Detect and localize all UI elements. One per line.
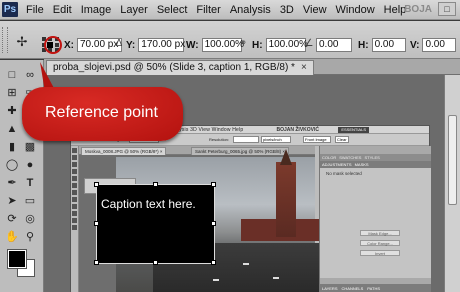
transform-handle-tl[interactable] [94, 182, 99, 187]
reference-point-callout: Reference point [22, 87, 183, 141]
spasskaya-tower [276, 162, 296, 237]
w-field: W: 100.00% [186, 38, 244, 52]
caption-text: Caption text here. [101, 197, 196, 211]
embedded-tab-2: Sankt Peterburg_0065.jpg @ 50% (RGB/8) × [191, 147, 289, 155]
gradient-tool-icon[interactable]: ▩ [23, 140, 37, 154]
lasso-tool-icon[interactable]: ∞ [23, 68, 37, 82]
document-tab[interactable]: proba_slojevi.psd @ 50% (Slide 3, captio… [46, 60, 314, 75]
transform-handle-r[interactable] [211, 221, 216, 226]
type-tool-icon[interactable]: T [23, 176, 37, 190]
embedded-resolution-unit: pixels/inch [261, 136, 291, 143]
menu-image[interactable]: Image [81, 3, 112, 17]
embedded-no-mask: No mask selected [326, 171, 362, 176]
blur-tool-icon[interactable]: ◯ [5, 158, 19, 172]
transform-handle-t[interactable] [153, 182, 158, 187]
embedded-color-tabs: COLOR SWATCHES STYLES [320, 154, 431, 161]
menu-view[interactable]: View [303, 3, 327, 17]
h-field: H: 100.00% [252, 38, 308, 52]
embedded-tab-1: Moskva_0008.JPG @ 50% (RGB/8*) × [81, 147, 167, 155]
embedded-mask-edge: Mask Edge... [360, 230, 400, 236]
menu-select[interactable]: Select [157, 3, 188, 17]
transform-handle-b[interactable] [153, 260, 158, 265]
caption-layer[interactable]: Caption text here. [96, 184, 215, 264]
vertical-scrollbar[interactable] [444, 75, 460, 292]
photoshop-logo-icon: Ps [2, 2, 18, 17]
options-bar: ✢ X: 70.00 px Δ Y: 170.00 px W: 100.00% … [0, 21, 460, 59]
angle-input[interactable]: 0.00 [316, 38, 352, 52]
y-label: Y: [126, 39, 136, 51]
transform-handle-br[interactable] [211, 260, 216, 265]
reference-point-highlight [44, 36, 62, 54]
3d-rotate-tool-icon[interactable]: ⟳ [5, 212, 19, 226]
shape-tool-icon[interactable]: ▭ [23, 194, 37, 208]
embedded-resolution-label: Resolution: [209, 137, 230, 142]
embedded-clear: Clear [335, 136, 349, 143]
scrollbar-thumb[interactable] [448, 115, 457, 205]
menu-bar: Ps File Edit Image Layer Select Filter A… [0, 0, 460, 20]
pen-tool-icon[interactable]: ✒ [5, 176, 19, 190]
embedded-color-range: Color Range... [360, 240, 400, 246]
delta-icon[interactable]: Δ [114, 38, 124, 52]
h-label: H: [252, 39, 263, 51]
embedded-front-image: Front Image [303, 136, 331, 143]
menu-3d[interactable]: 3D [280, 3, 294, 17]
hand-tool-icon[interactable]: ✋ [5, 230, 19, 244]
transform-handle-bl[interactable] [94, 260, 99, 265]
h-skew-input[interactable]: 0.00 [371, 38, 406, 52]
embedded-invert: Invert [360, 250, 400, 256]
embedded-panels: COLOR SWATCHES STYLES ADJUSTMENTS MASKS No … [319, 146, 431, 292]
stamp-tool-icon[interactable]: ▲ [5, 122, 19, 136]
h-skew-label: H: [358, 39, 369, 51]
crop-tool-icon[interactable]: ⊞ [5, 86, 19, 100]
callout-text: Reference point [45, 104, 158, 121]
menu-help[interactable]: Help [384, 3, 407, 17]
w-label: W: [186, 39, 199, 51]
healing-tool-icon[interactable]: ✚ [5, 104, 19, 118]
rotate-icon: ∠ [304, 38, 314, 49]
dodge-tool-icon[interactable]: ● [23, 158, 37, 172]
transform-handle-l[interactable] [94, 221, 99, 226]
y-field: Y: 170.00 px [126, 38, 185, 52]
v-skew-field: V: 0.00 [410, 38, 457, 52]
marquee-tool-icon[interactable]: □ [5, 68, 19, 82]
embedded-mask-panel: No mask selected Mask Edge... Color Rang… [320, 168, 431, 278]
y-input[interactable]: 170.00 px [138, 38, 185, 52]
photoshop-window: Ps File Edit Image Layer Select Filter A… [0, 0, 460, 292]
menu-layer[interactable]: Layer [120, 3, 148, 17]
embedded-essentials: ESSENTIALS [338, 127, 369, 133]
embedded-layer-tabs: LAYERS CHANNELS PATHS [320, 284, 431, 292]
x-label: X: [64, 39, 74, 51]
embedded-tabs: Moskva_0008.JPG @ 50% (RGB/8*) × Sankt P… [79, 146, 315, 155]
transform-handle-tr[interactable] [211, 182, 216, 187]
menu-file[interactable]: File [26, 3, 44, 17]
document-tab-bar: proba_slojevi.psd @ 50% (Slide 3, captio… [44, 59, 460, 75]
h-input[interactable]: 100.00% [265, 38, 308, 52]
embedded-toolbar [71, 146, 79, 292]
path-select-tool-icon[interactable]: ➤ [5, 194, 19, 208]
embedded-user: BOJAN ŽIVKOVIĆ [276, 127, 319, 133]
zoom-tool-icon[interactable]: ⚲ [23, 230, 37, 244]
embedded-adjust-tabs: ADJUSTMENTS MASKS [320, 161, 431, 168]
menu-filter[interactable]: Filter [196, 3, 220, 17]
v-skew-label: V: [410, 39, 420, 51]
h-skew-field: H: 0.00 [358, 38, 406, 52]
w-input[interactable]: 100.00% [201, 38, 244, 52]
foreground-color-swatch[interactable] [7, 249, 27, 269]
angle-field: 0.00 [316, 38, 352, 52]
3d-orbit-tool-icon[interactable]: ◎ [23, 212, 37, 226]
menu-edit[interactable]: Edit [53, 3, 72, 17]
eraser-tool-icon[interactable]: ▮ [5, 140, 19, 154]
move-tool-icon[interactable]: ✢ [12, 33, 32, 51]
close-icon[interactable]: × [301, 61, 307, 75]
v-skew-input[interactable]: 0.00 [422, 38, 457, 52]
options-grip[interactable] [2, 27, 8, 53]
document-tab-title: proba_slojevi.psd @ 50% (Slide 3, captio… [53, 62, 295, 73]
window-button[interactable]: □ [438, 2, 456, 16]
menu-items: File Edit Image Layer Select Filter Anal… [26, 3, 406, 17]
link-icon[interactable]: ⚭ [238, 38, 248, 52]
menu-analysis[interactable]: Analysis [230, 3, 271, 17]
user-name[interactable]: BOJA [404, 4, 432, 15]
menu-window[interactable]: Window [336, 3, 375, 17]
embedded-resolution-field [233, 136, 259, 143]
